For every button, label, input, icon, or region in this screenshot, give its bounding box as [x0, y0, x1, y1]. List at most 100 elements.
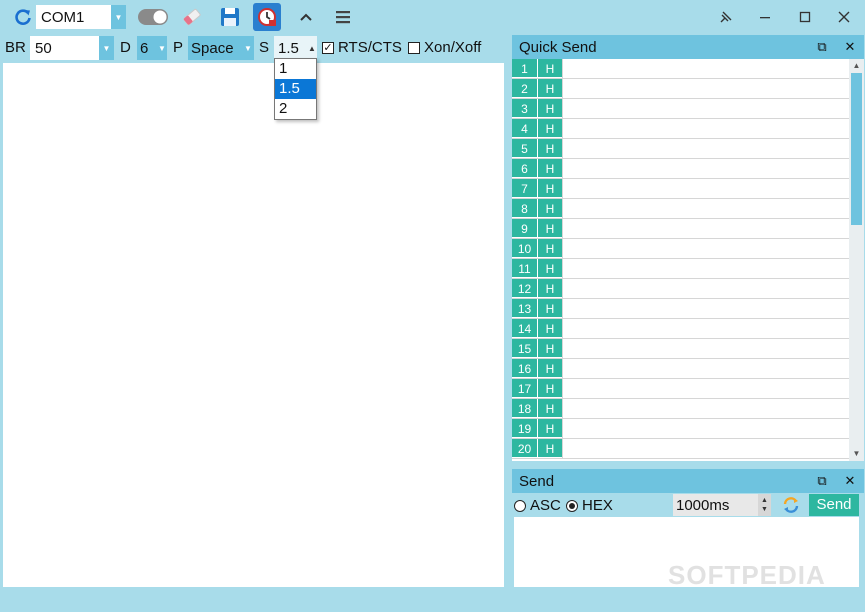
quick-send-input[interactable] — [562, 239, 849, 258]
quick-send-input[interactable] — [562, 139, 849, 158]
close-panel-icon[interactable]: ✕ — [836, 473, 864, 489]
quick-send-row-number[interactable]: 3 — [512, 99, 538, 118]
hex-radio[interactable]: HEX — [566, 497, 613, 514]
baudrate-select[interactable]: 50 ▼ — [30, 36, 114, 60]
quick-send-hex-toggle[interactable]: H — [538, 399, 562, 418]
quick-send-row-number[interactable]: 18 — [512, 399, 538, 418]
quick-send-hex-toggle[interactable]: H — [538, 259, 562, 278]
quick-send-scrollbar[interactable]: ▲ ▼ — [849, 59, 864, 461]
quick-send-input[interactable] — [562, 159, 849, 178]
spin-arrows-icon[interactable]: ▲ ▼ — [758, 494, 771, 516]
quick-send-input[interactable] — [562, 259, 849, 278]
quick-send-input[interactable] — [562, 99, 849, 118]
xon-xoff-checkbox[interactable]: Xon/Xoff — [408, 39, 481, 56]
menu-icon[interactable] — [333, 7, 353, 27]
quick-send-hex-toggle[interactable]: H — [538, 279, 562, 298]
auto-send-icon[interactable] — [779, 494, 803, 516]
quick-send-input[interactable] — [562, 219, 849, 238]
parity-select[interactable]: Space ▼ — [188, 36, 254, 60]
quick-send-row-number[interactable]: 17 — [512, 379, 538, 398]
chevron-down-icon: ▼ — [99, 36, 114, 60]
quick-send-hex-toggle[interactable]: H — [538, 199, 562, 218]
scroll-down-icon[interactable]: ▼ — [849, 447, 864, 461]
quick-send-row-number[interactable]: 9 — [512, 219, 538, 238]
quick-send-row-number[interactable]: 16 — [512, 359, 538, 378]
quick-send-hex-toggle[interactable]: H — [538, 419, 562, 438]
asc-radio[interactable]: ASC — [514, 497, 561, 514]
quick-send-row-number[interactable]: 10 — [512, 239, 538, 258]
quick-send-input[interactable] — [562, 339, 849, 358]
quick-send-input[interactable] — [562, 419, 849, 438]
minimize-icon[interactable] — [755, 7, 775, 27]
quick-send-hex-toggle[interactable]: H — [538, 379, 562, 398]
quick-send-input[interactable] — [562, 399, 849, 418]
quick-send-row-number[interactable]: 6 — [512, 159, 538, 178]
quick-send-hex-toggle[interactable]: H — [538, 219, 562, 238]
chevron-up-icon[interactable] — [296, 7, 316, 27]
quick-send-input[interactable] — [562, 179, 849, 198]
quick-send-row-number[interactable]: 5 — [512, 139, 538, 158]
p-label: P — [173, 39, 184, 56]
quick-send-input[interactable] — [562, 319, 849, 338]
close-panel-icon[interactable]: ✕ — [836, 39, 864, 55]
quick-send-input[interactable] — [562, 119, 849, 138]
quick-send-row-number[interactable]: 4 — [512, 119, 538, 138]
quick-send-input[interactable] — [562, 379, 849, 398]
scroll-up-icon[interactable]: ▲ — [849, 59, 864, 73]
quick-send-hex-toggle[interactable]: H — [538, 299, 562, 318]
quick-send-hex-toggle[interactable]: H — [538, 319, 562, 338]
quick-send-input[interactable] — [562, 79, 849, 98]
databits-select[interactable]: 6 ▼ — [137, 36, 167, 60]
quick-send-row-number[interactable]: 14 — [512, 319, 538, 338]
quick-send-hex-toggle[interactable]: H — [538, 79, 562, 98]
quick-send-hex-toggle[interactable]: H — [538, 59, 562, 78]
close-icon[interactable] — [834, 7, 854, 27]
quick-send-hex-toggle[interactable]: H — [538, 239, 562, 258]
quick-send-row-number[interactable]: 2 — [512, 79, 538, 98]
quick-send-input[interactable] — [562, 59, 849, 78]
quick-send-hex-toggle[interactable]: H — [538, 439, 562, 458]
quick-send-row-number[interactable]: 11 — [512, 259, 538, 278]
toggle-icon[interactable] — [137, 8, 169, 26]
quick-send-input[interactable] — [562, 279, 849, 298]
quick-send-hex-toggle[interactable]: H — [538, 99, 562, 118]
eraser-icon[interactable] — [180, 5, 204, 29]
stopbits-select[interactable]: 1.5 ▲ — [274, 36, 317, 60]
maximize-icon[interactable] — [795, 7, 815, 27]
quick-send-hex-toggle[interactable]: H — [538, 339, 562, 358]
scroll-thumb[interactable] — [851, 73, 862, 225]
pin-icon[interactable] — [716, 7, 736, 27]
float-panel-icon[interactable]: ⧉ — [808, 473, 836, 489]
quick-send-row-number[interactable]: 19 — [512, 419, 538, 438]
quick-send-hex-toggle[interactable]: H — [538, 159, 562, 178]
rts-cts-checkbox[interactable]: ✓ RTS/CTS — [322, 39, 402, 56]
quick-send-input[interactable] — [562, 359, 849, 378]
quick-send-hex-toggle[interactable]: H — [538, 359, 562, 378]
stopbits-option[interactable]: 2 — [275, 99, 316, 119]
quick-send-row: 10 H — [512, 239, 849, 259]
quick-send-row-number[interactable]: 1 — [512, 59, 538, 78]
quick-send-hex-toggle[interactable]: H — [538, 139, 562, 158]
receive-area[interactable] — [3, 63, 504, 587]
port-select[interactable]: COM1 ▼ — [36, 5, 126, 29]
quick-send-row-number[interactable]: 7 — [512, 179, 538, 198]
float-panel-icon[interactable]: ⧉ — [808, 39, 836, 55]
quick-send-row-number[interactable]: 13 — [512, 299, 538, 318]
quick-send-row-number[interactable]: 12 — [512, 279, 538, 298]
quick-send-input[interactable] — [562, 299, 849, 318]
quick-send-hex-toggle[interactable]: H — [538, 119, 562, 138]
quick-send-hex-toggle[interactable]: H — [538, 179, 562, 198]
quick-send-row-number[interactable]: 15 — [512, 339, 538, 358]
stopbits-option[interactable]: 1 — [275, 59, 316, 79]
stopbits-option[interactable]: 1.5 — [275, 79, 316, 99]
quick-send-row-number[interactable]: 20 — [512, 439, 538, 458]
save-icon[interactable] — [218, 5, 242, 29]
quick-send-input[interactable] — [562, 439, 849, 458]
quick-send-row-number[interactable]: 8 — [512, 199, 538, 218]
refresh-icon[interactable] — [12, 6, 34, 28]
timer-icon[interactable] — [253, 3, 281, 31]
interval-spinbox[interactable]: 1000ms ▲ ▼ — [673, 494, 771, 516]
send-button[interactable]: Send — [809, 494, 859, 516]
databits-value: 6 — [140, 39, 149, 57]
quick-send-input[interactable] — [562, 199, 849, 218]
